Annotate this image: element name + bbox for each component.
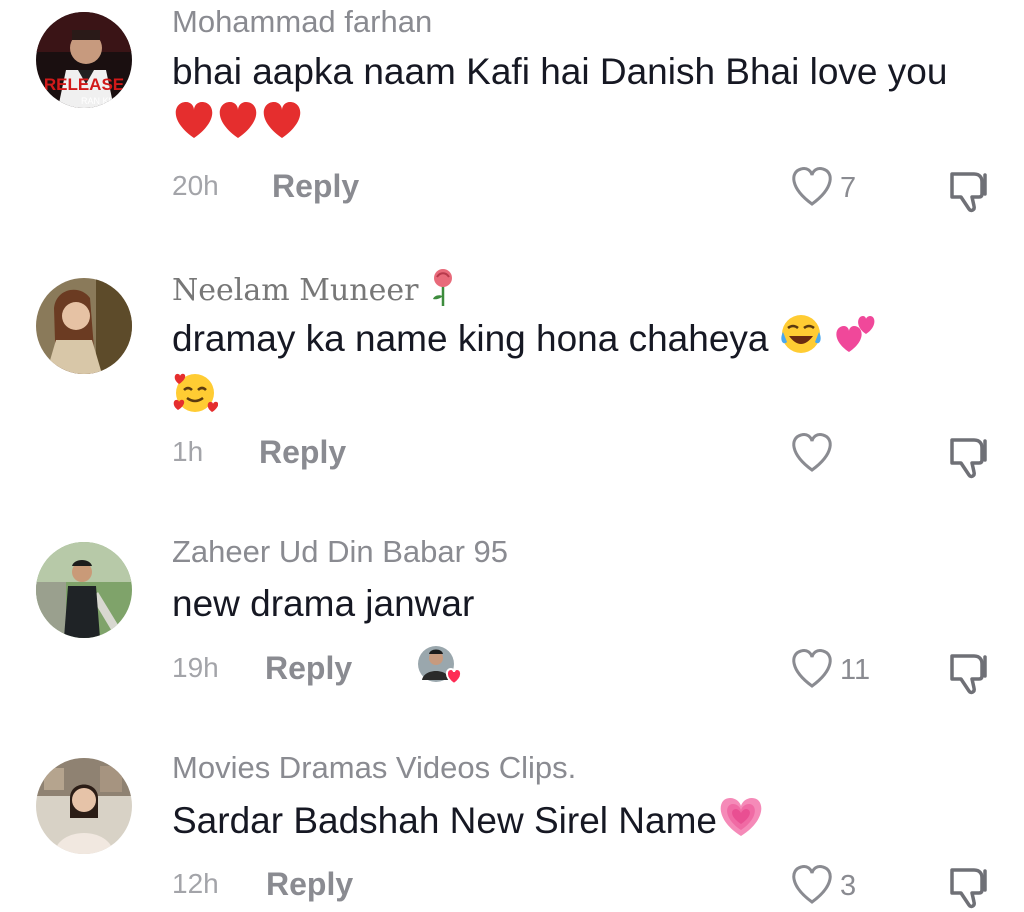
like-count: 3 — [840, 870, 857, 902]
avatar-image: RELEASE RAN KH — [36, 12, 132, 108]
heart-outline-icon — [792, 649, 832, 688]
rose-emoji — [428, 268, 458, 316]
dislike-icon[interactable] — [942, 166, 992, 216]
comment-username[interactable]: Mohammad farhan — [172, 4, 432, 40]
comment-text-content: dramay ka name king hona chaheya — [172, 317, 769, 359]
avatar-text: RELEASE — [44, 75, 124, 94]
comment-text: new drama janwar — [172, 583, 475, 624]
comment-time: 19h — [172, 652, 219, 683]
dislike-icon[interactable] — [942, 432, 992, 482]
avatar-image — [36, 758, 132, 854]
two-hearts-emoji — [833, 312, 877, 370]
heart-outline-icon — [792, 167, 832, 206]
comment-text: bhai aapka naam Kafi hai Danish Bhai lov… — [172, 46, 972, 156]
comment-time: 1h — [172, 436, 204, 467]
comment-username[interactable]: Neelam Muneer — [172, 268, 458, 316]
heart-outline-icon — [792, 433, 832, 472]
creator-liked-avatar — [416, 642, 463, 686]
heart-emoji — [172, 98, 304, 156]
like-count: 11 — [840, 654, 871, 686]
comment-time: 20h — [172, 170, 219, 201]
comment-text: Sardar Badshah New Sirel Name — [172, 794, 972, 852]
svg-text:RAN KH: RAN KH — [81, 96, 115, 106]
avatar-image — [36, 542, 132, 638]
reply-button[interactable]: Reply — [265, 650, 352, 687]
avatar[interactable] — [36, 542, 132, 638]
reply-button[interactable]: Reply — [272, 168, 359, 205]
avatar[interactable] — [36, 758, 132, 854]
comment-text-content: Sardar Badshah New Sirel Name — [172, 799, 717, 841]
comment-text: dramay ka name king hona chaheya — [172, 312, 972, 430]
tears-of-joy-emoji — [779, 312, 823, 370]
like-count: 7 — [840, 172, 857, 204]
comment-text-content: bhai aapka naam Kafi hai Danish Bhai lov… — [172, 51, 948, 92]
dislike-icon[interactable] — [942, 648, 992, 698]
username-text: Neelam Muneer — [172, 273, 419, 308]
avatar-image — [36, 278, 132, 374]
avatar[interactable]: RELEASE RAN KH — [36, 12, 132, 108]
smiling-face-with-hearts-emoji — [172, 370, 219, 430]
heart-outline-icon — [792, 865, 832, 904]
comment-username[interactable]: Zaheer Ud Din Babar 95 — [172, 534, 508, 570]
reply-button[interactable]: Reply — [259, 434, 346, 471]
dislike-icon[interactable] — [942, 862, 992, 912]
comment-username[interactable]: Movies Dramas Videos Clips. — [172, 750, 576, 786]
reply-button[interactable]: Reply — [266, 866, 353, 903]
comment-time: 12h — [172, 868, 219, 899]
avatar[interactable] — [36, 278, 132, 374]
growing-heart-emoji — [717, 794, 765, 852]
